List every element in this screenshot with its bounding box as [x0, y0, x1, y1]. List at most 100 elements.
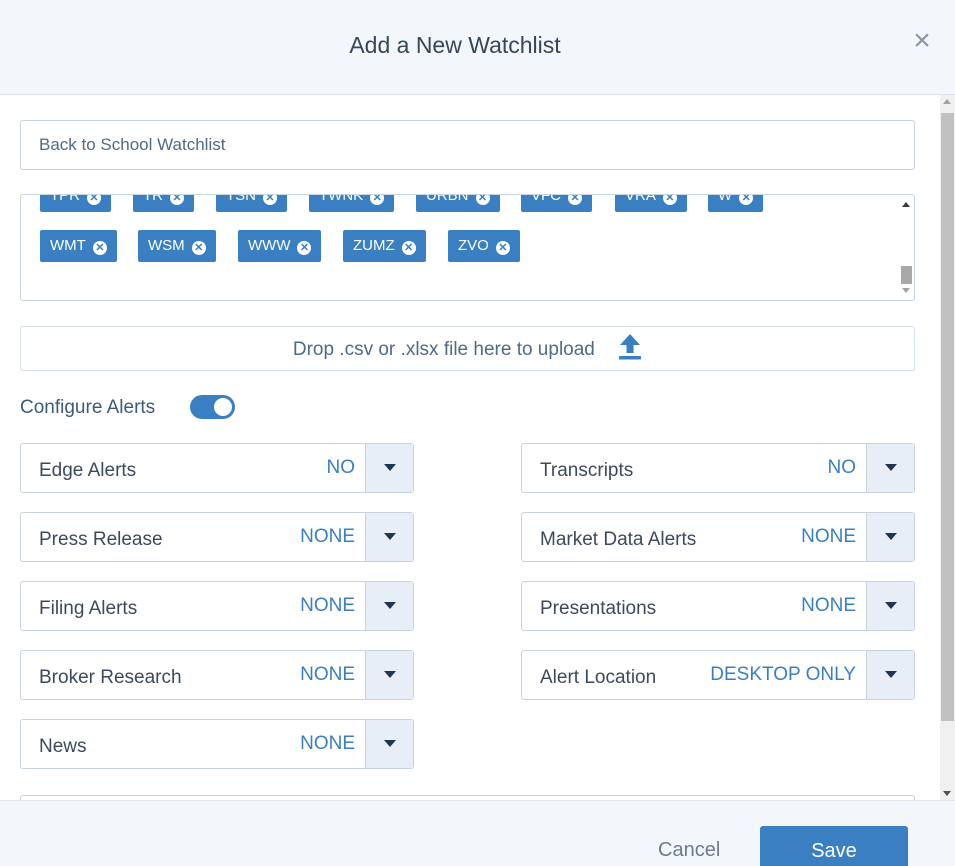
chevron-down-icon[interactable] — [365, 444, 413, 492]
modal-scrollbar[interactable] — [940, 95, 955, 800]
presentations-select[interactable]: Presentations NONE — [521, 581, 915, 631]
chevron-down-icon[interactable] — [866, 513, 914, 561]
ticker-remove-icon[interactable]: ✕ — [170, 195, 184, 205]
select-label: Edge Alerts — [39, 460, 137, 481]
scroll-thumb[interactable] — [941, 113, 954, 721]
ticker-tag: URBN ✕ — [416, 194, 500, 212]
ticker-tag: TWNK ✕ — [309, 194, 395, 212]
chevron-down-icon[interactable] — [365, 582, 413, 630]
ticker-remove-icon[interactable]: ✕ — [191, 241, 206, 255]
ticker-tag-label: W — [718, 194, 733, 204]
select-label: Press Release — [39, 529, 163, 550]
press-release-select[interactable]: Press Release NONE — [20, 512, 414, 562]
broker-research-select[interactable]: Broker Research NONE — [20, 650, 414, 700]
chevron-down-icon[interactable] — [365, 720, 413, 768]
ticker-remove-icon[interactable]: ✕ — [92, 241, 107, 255]
modal-header: Add a New Watchlist × — [0, 0, 955, 95]
close-icon[interactable]: × — [909, 26, 935, 56]
watchlist-name-input[interactable] — [20, 120, 915, 170]
drop-zone-text: Drop .csv or .xlsx file here to upload — [292, 339, 595, 360]
ticker-tag: WSM ✕ — [138, 230, 216, 262]
ticker-tag-label: TPR — [50, 194, 80, 204]
ticker-tag: WMT ✕ — [40, 230, 117, 262]
ticker-tag: TSN ✕ — [216, 194, 287, 212]
select-label: News — [39, 736, 87, 757]
chevron-down-icon[interactable] — [866, 651, 914, 699]
ticker-tag: TR ✕ — [133, 194, 194, 212]
ticker-remove-icon[interactable]: ✕ — [87, 195, 101, 205]
filing-alerts-select[interactable]: Filing Alerts NONE — [20, 581, 414, 631]
ticker-tag: W ✕ — [708, 194, 764, 212]
ticker-remove-icon[interactable]: ✕ — [568, 195, 582, 205]
configure-alerts-label: Configure Alerts — [20, 397, 156, 418]
ticker-remove-icon[interactable]: ✕ — [297, 241, 312, 255]
tickers-field[interactable]: TPR ✕ TR ✕ TSN ✕ TWNK ✕ URBN ✕ VFC ✕ VRA ✕ W ✕ W… — [20, 194, 915, 301]
select-value: NONE — [300, 664, 355, 685]
chevron-down-icon[interactable] — [365, 513, 413, 561]
select-label: Broker Research — [39, 667, 182, 688]
chevron-down-icon[interactable] — [866, 582, 914, 630]
ticker-tag-label: TWNK — [319, 194, 364, 204]
ticker-tag: VFC ✕ — [521, 194, 592, 212]
select-value: NONE — [300, 733, 355, 754]
select-value: NO — [326, 457, 356, 478]
alert-location-select[interactable]: Alert Location DESKTOP ONLY — [521, 650, 915, 700]
ticker-tag: TPR ✕ — [40, 194, 111, 212]
select-value: NONE — [300, 526, 355, 547]
modal-footer: Cancel Save — [0, 800, 955, 866]
transcripts-select[interactable]: Transcripts NO — [521, 443, 915, 493]
ticker-tag: ZVO ✕ — [448, 230, 520, 262]
scroll-up-icon[interactable] — [943, 99, 951, 104]
ticker-tag: WWW ✕ — [238, 230, 322, 262]
ticker-tag-label: URBN — [426, 194, 469, 204]
ticker-tag-label: ZUMZ — [353, 237, 395, 254]
scroll-thumb[interactable] — [901, 266, 912, 284]
ticker-remove-icon[interactable]: ✕ — [495, 241, 510, 255]
select-label: Market Data Alerts — [540, 529, 697, 550]
save-button[interactable]: Save — [760, 826, 908, 866]
ticker-tag-label: WWW — [248, 237, 291, 254]
ticker-tag-label: TR — [143, 194, 163, 204]
edge-alerts-select[interactable]: Edge Alerts NO — [20, 443, 414, 493]
chevron-down-icon[interactable] — [365, 651, 413, 699]
ticker-tag: ZUMZ ✕ — [343, 230, 426, 262]
configure-alerts-toggle[interactable] — [190, 395, 235, 419]
market-data-alerts-select[interactable]: Market Data Alerts NONE — [521, 512, 915, 562]
upload-icon — [619, 333, 642, 360]
toggle-knob — [214, 398, 232, 416]
select-value: NONE — [300, 595, 355, 616]
select-value: NONE — [801, 595, 856, 616]
scroll-down-icon[interactable] — [943, 791, 951, 796]
select-value: NONE — [801, 526, 856, 547]
modal-title: Add a New Watchlist — [349, 32, 561, 58]
select-value: NO — [827, 457, 857, 478]
select-label: Transcripts — [540, 460, 634, 481]
ticker-remove-icon[interactable]: ✕ — [401, 241, 416, 255]
ticker-tag-list: TPR ✕ TR ✕ TSN ✕ TWNK ✕ URBN ✕ VFC ✕ VRA ✕ W ✕ W… — [40, 194, 900, 280]
ticker-tag-label: WMT — [50, 237, 86, 254]
scroll-down-icon[interactable] — [902, 288, 910, 293]
ticker-remove-icon[interactable]: ✕ — [662, 195, 677, 205]
ticker-tag-label: VFC — [531, 194, 561, 204]
ticker-remove-icon[interactable]: ✕ — [370, 195, 385, 205]
ticker-tag-label: TSN — [226, 194, 256, 204]
file-drop-zone[interactable]: Drop .csv or .xlsx file here to upload — [20, 326, 915, 371]
ticker-remove-icon[interactable]: ✕ — [263, 195, 277, 205]
ticker-tag-label: WSM — [148, 237, 185, 254]
ticker-tag: VRA ✕ — [615, 194, 687, 212]
ticker-row: WMT ✕ WSM ✕ WWW ✕ ZUMZ ✕ ZVO ✕ — [40, 230, 900, 280]
ticker-tag-label: VRA — [625, 194, 656, 204]
select-value: DESKTOP ONLY — [710, 664, 856, 685]
tickers-scrollbar[interactable] — [899, 196, 913, 299]
news-select[interactable]: News NONE — [20, 719, 414, 769]
ticker-tag-label: ZVO — [458, 237, 489, 254]
cancel-button[interactable]: Cancel — [658, 839, 720, 862]
select-label: Presentations — [540, 598, 657, 619]
scroll-up-icon[interactable] — [902, 202, 910, 207]
ticker-remove-icon[interactable]: ✕ — [475, 195, 490, 205]
ticker-remove-icon[interactable]: ✕ — [739, 195, 754, 205]
chevron-down-icon[interactable] — [866, 444, 914, 492]
select-label: Alert Location — [540, 667, 657, 688]
ticker-row: TPR ✕ TR ✕ TSN ✕ TWNK ✕ URBN ✕ VFC ✕ VRA ✕ W ✕ — [40, 194, 900, 230]
select-label: Filing Alerts — [39, 598, 138, 619]
